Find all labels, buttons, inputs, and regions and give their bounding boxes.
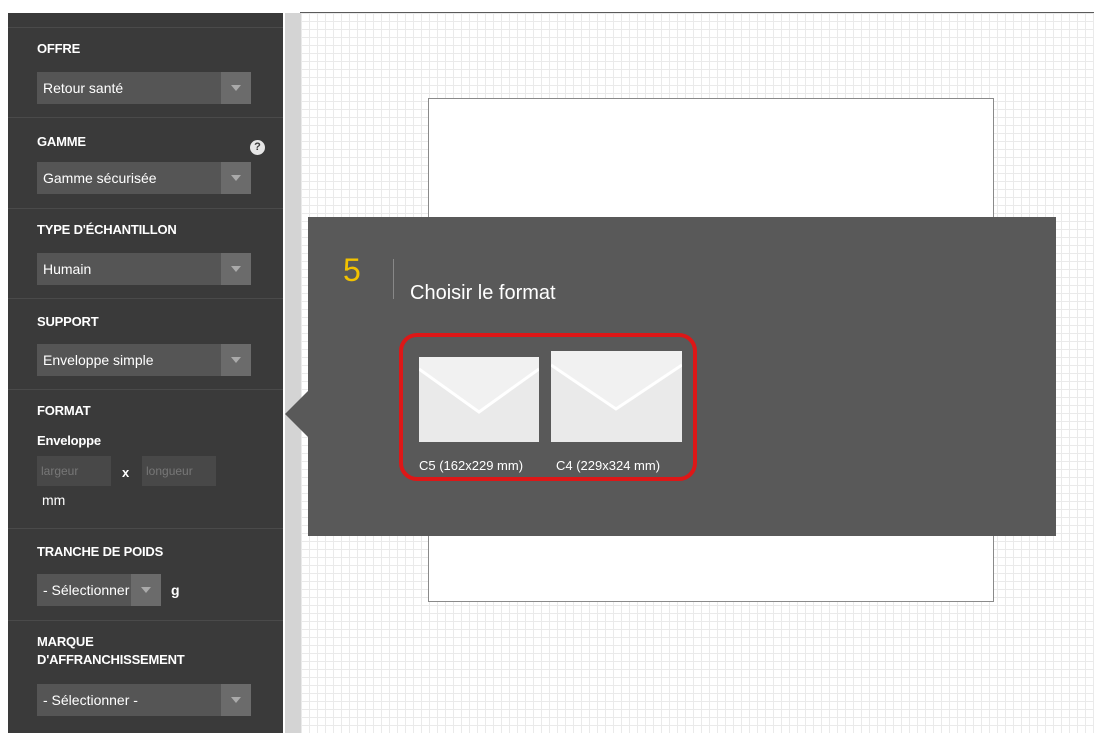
type-echantillon-title: TYPE D'ÉCHANTILLON xyxy=(37,222,177,237)
chevron-down-icon xyxy=(221,72,251,104)
dimension-separator: x xyxy=(122,465,130,480)
help-icon[interactable]: ? xyxy=(250,140,265,155)
tranche-poids-title: TRANCHE DE POIDS xyxy=(37,544,164,559)
selection-highlight xyxy=(399,333,697,481)
format-unit: mm xyxy=(42,492,66,508)
sidebar-top-bar xyxy=(8,13,283,28)
marque-select-value: - Sélectionner - xyxy=(43,692,138,708)
format-title: FORMAT xyxy=(37,403,91,418)
support-select-value: Enveloppe simple xyxy=(43,352,154,368)
chevron-down-icon xyxy=(221,162,251,194)
weight-unit: g xyxy=(171,582,180,598)
tranche-poids-select[interactable]: - Sélectionner - xyxy=(37,574,161,606)
gamme-title: GAMME xyxy=(37,134,86,149)
step-divider xyxy=(393,259,394,299)
type-echantillon-select[interactable]: Humain xyxy=(37,253,251,285)
type-echantillon-select-value: Humain xyxy=(43,261,92,277)
divider xyxy=(8,208,283,209)
panel-pointer xyxy=(285,390,309,438)
chevron-down-icon xyxy=(221,253,251,285)
marque-select[interactable]: - Sélectionner - xyxy=(37,684,251,716)
step-number: 5 xyxy=(343,252,361,288)
step-title: Choisir le format xyxy=(410,282,556,304)
offre-select-value: Retour santé xyxy=(43,80,124,96)
marque-title-line1: MARQUE xyxy=(37,634,94,649)
divider xyxy=(8,298,283,299)
width-input[interactable]: largeur xyxy=(37,456,111,486)
chevron-down-icon xyxy=(131,574,161,606)
offre-select[interactable]: Retour santé xyxy=(37,72,251,104)
offre-title: OFFRE xyxy=(37,41,81,56)
divider xyxy=(8,389,283,390)
chevron-down-icon xyxy=(221,344,251,376)
length-input[interactable]: longueur xyxy=(142,456,216,486)
chevron-down-icon xyxy=(221,684,251,716)
support-select[interactable]: Enveloppe simple xyxy=(37,344,251,376)
divider xyxy=(8,620,283,621)
support-title: SUPPORT xyxy=(37,314,99,329)
divider xyxy=(8,117,283,118)
divider xyxy=(8,528,283,529)
gamme-select[interactable]: Gamme sécurisée xyxy=(37,162,251,194)
marque-title-line2: D'AFFRANCHISSEMENT xyxy=(37,652,185,667)
format-subtitle: Enveloppe xyxy=(37,433,101,448)
sidebar-scroll-strip xyxy=(285,13,302,733)
tranche-poids-select-value: - Sélectionner - xyxy=(43,582,138,598)
gamme-select-value: Gamme sécurisée xyxy=(43,170,157,186)
